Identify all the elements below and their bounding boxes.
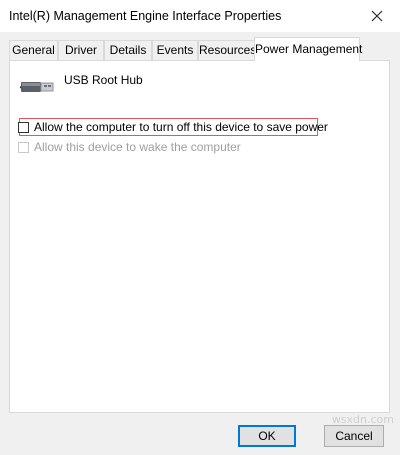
properties-dialog: Intel(R) Management Engine Interface Pro…	[0, 0, 400, 455]
tab-driver[interactable]: Driver	[58, 40, 104, 60]
window-title: Intel(R) Management Engine Interface Pro…	[9, 9, 282, 23]
watermark: wsxdn.com	[331, 413, 394, 426]
tab-details[interactable]: Details	[104, 40, 152, 60]
ok-button[interactable]: OK	[238, 425, 296, 447]
power-management-panel: USB Root Hub Allow the computer to turn …	[9, 60, 390, 413]
cancel-button[interactable]: Cancel	[324, 425, 384, 447]
close-icon	[371, 10, 383, 22]
allow-wake-label: Allow this device to wake the computer	[34, 140, 241, 154]
title-bar: Intel(R) Management Engine Interface Pro…	[0, 0, 400, 32]
usb-plug-icon	[20, 82, 54, 92]
allow-power-off-label: Allow the computer to turn off this devi…	[34, 120, 328, 134]
allow-power-off-checkbox[interactable]	[18, 121, 29, 133]
tab-general[interactable]: General	[9, 40, 58, 60]
allow-wake-checkbox	[18, 141, 29, 153]
tab-power-management[interactable]: Power Management	[254, 37, 362, 61]
tab-resources[interactable]: Resources	[198, 40, 256, 60]
close-button[interactable]	[354, 0, 400, 32]
allow-wake-option: Allow this device to wake the computer	[18, 139, 241, 155]
allow-power-off-option[interactable]: Allow the computer to turn off this devi…	[18, 119, 328, 135]
device-name: USB Root Hub	[64, 73, 143, 87]
tab-events[interactable]: Events	[152, 40, 198, 60]
